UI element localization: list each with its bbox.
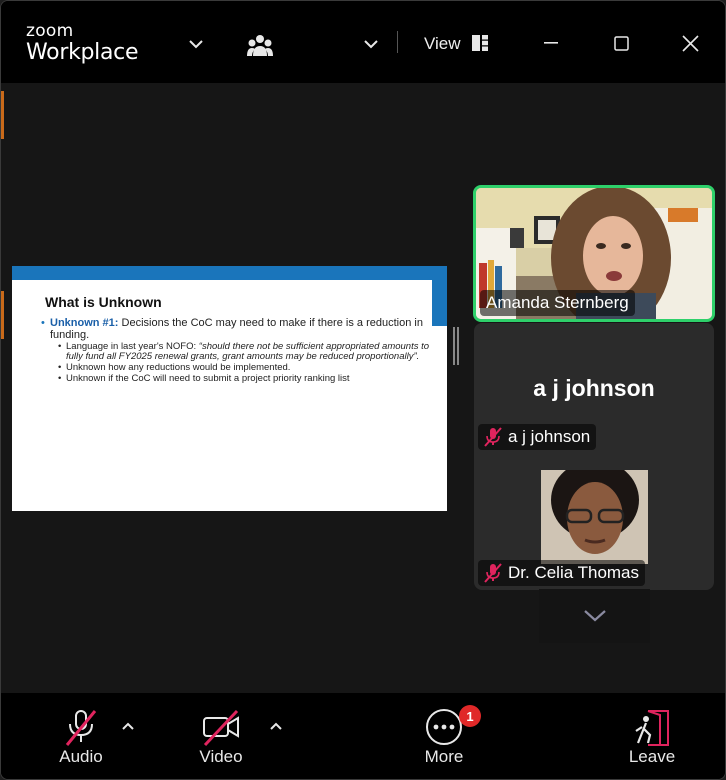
view-layout-icon[interactable]: [471, 34, 489, 52]
leave-button[interactable]: Leave: [622, 693, 682, 767]
desktop-edge-strip: [1, 291, 4, 339]
slide-bullet-strong: Unknown #1:: [50, 317, 119, 329]
slide-subbullet: Language in last year's NOFO: “should th…: [41, 342, 431, 362]
participant-name-text: a j johnson: [508, 427, 591, 446]
leave-door-icon: [635, 710, 669, 746]
more-icon: [426, 709, 462, 745]
participants-icon[interactable]: [245, 32, 275, 60]
mic-muted-icon: [484, 563, 502, 583]
participant-name-tag: Dr. Celia Thomas: [478, 560, 646, 586]
video-off-icon: [203, 709, 239, 747]
slide-subbullet: Unknown if the CoC will need to submit a…: [41, 374, 431, 385]
video-button[interactable]: Video: [191, 693, 251, 767]
audio-button[interactable]: Audio: [51, 693, 111, 767]
slide-side-bar: [432, 266, 447, 326]
notification-badge: 1: [459, 705, 481, 727]
video-feed: [541, 470, 648, 564]
maximize-icon[interactable]: [611, 33, 631, 53]
mic-muted-icon: [65, 710, 97, 746]
chevron-down-icon[interactable]: [362, 35, 380, 53]
participant-photo-celia: [541, 470, 648, 564]
close-icon[interactable]: [679, 32, 701, 54]
slide-body: Unknown #1: Decisions the CoC may need t…: [41, 317, 431, 384]
zoom-window: zoom Workplace View What is Unknown • Un…: [0, 0, 726, 780]
scroll-participants-down-button[interactable]: [539, 589, 650, 643]
zoom-logo: zoom Workplace: [26, 21, 139, 65]
mic-muted-icon: [484, 427, 502, 447]
slide-title: What is Unknown: [45, 294, 162, 310]
leave-label: Leave: [628, 747, 676, 766]
participant-list-panel: a j johnson a j johnson Dr. Celia Thomas: [474, 323, 714, 590]
meeting-toolbar: Audio Video More 1 Leave: [1, 693, 725, 779]
panel-resize-handle[interactable]: [453, 327, 459, 365]
shared-screen-slide: What is Unknown Unknown #1: Decisions th…: [12, 266, 447, 511]
more-button[interactable]: More: [413, 693, 475, 767]
slide-subbullet: Unknown how any reductions would be impl…: [41, 363, 431, 374]
minimize-icon[interactable]: [541, 33, 561, 53]
audio-options-caret-icon[interactable]: [122, 717, 134, 733]
video-options-caret-icon[interactable]: [270, 717, 282, 733]
desktop-edge-strip: [1, 91, 4, 139]
video-label: Video: [199, 747, 243, 766]
chevron-down-icon: [583, 610, 606, 622]
participant-name-tag: Amanda Sternberg: [480, 290, 635, 316]
participant-tile-amanda[interactable]: Amanda Sternberg: [473, 185, 715, 322]
slide-header-bar: [12, 266, 447, 280]
more-label: More: [424, 747, 464, 766]
brand-top: zoom: [26, 21, 74, 41]
participant-name-tag: a j johnson: [478, 424, 597, 450]
participant-display-name: a j johnson: [533, 375, 655, 401]
audio-label: Audio: [59, 747, 103, 766]
title-bar: zoom Workplace View: [1, 1, 725, 83]
chevron-down-icon[interactable]: [187, 35, 205, 53]
brand-bottom: Workplace: [26, 40, 139, 65]
title-separator: [397, 31, 398, 53]
view-button[interactable]: View: [424, 34, 461, 54]
slide-bullet: Unknown #1: Decisions the CoC may need t…: [41, 317, 431, 341]
participant-name-text: Dr. Celia Thomas: [508, 563, 640, 582]
